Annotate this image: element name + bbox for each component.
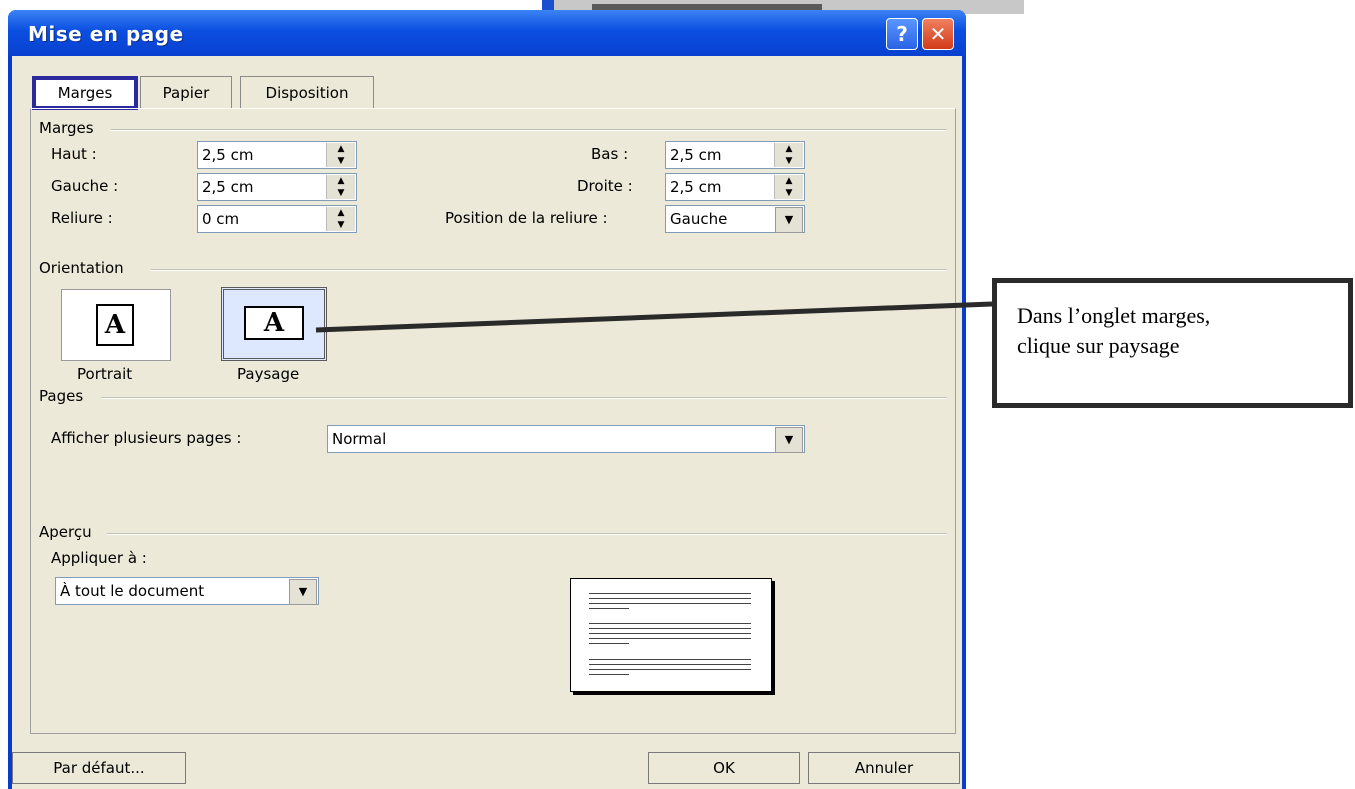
instruction-callout: Dans l’onglet marges, clique sur paysage: [992, 278, 1353, 408]
callout-line: [315, 301, 993, 333]
callout-text: Dans l’onglet marges, clique sur paysage: [1017, 301, 1337, 361]
callout-line-1: Dans l’onglet marges,: [1017, 303, 1211, 328]
callout-line-2: clique sur paysage: [1017, 333, 1180, 358]
